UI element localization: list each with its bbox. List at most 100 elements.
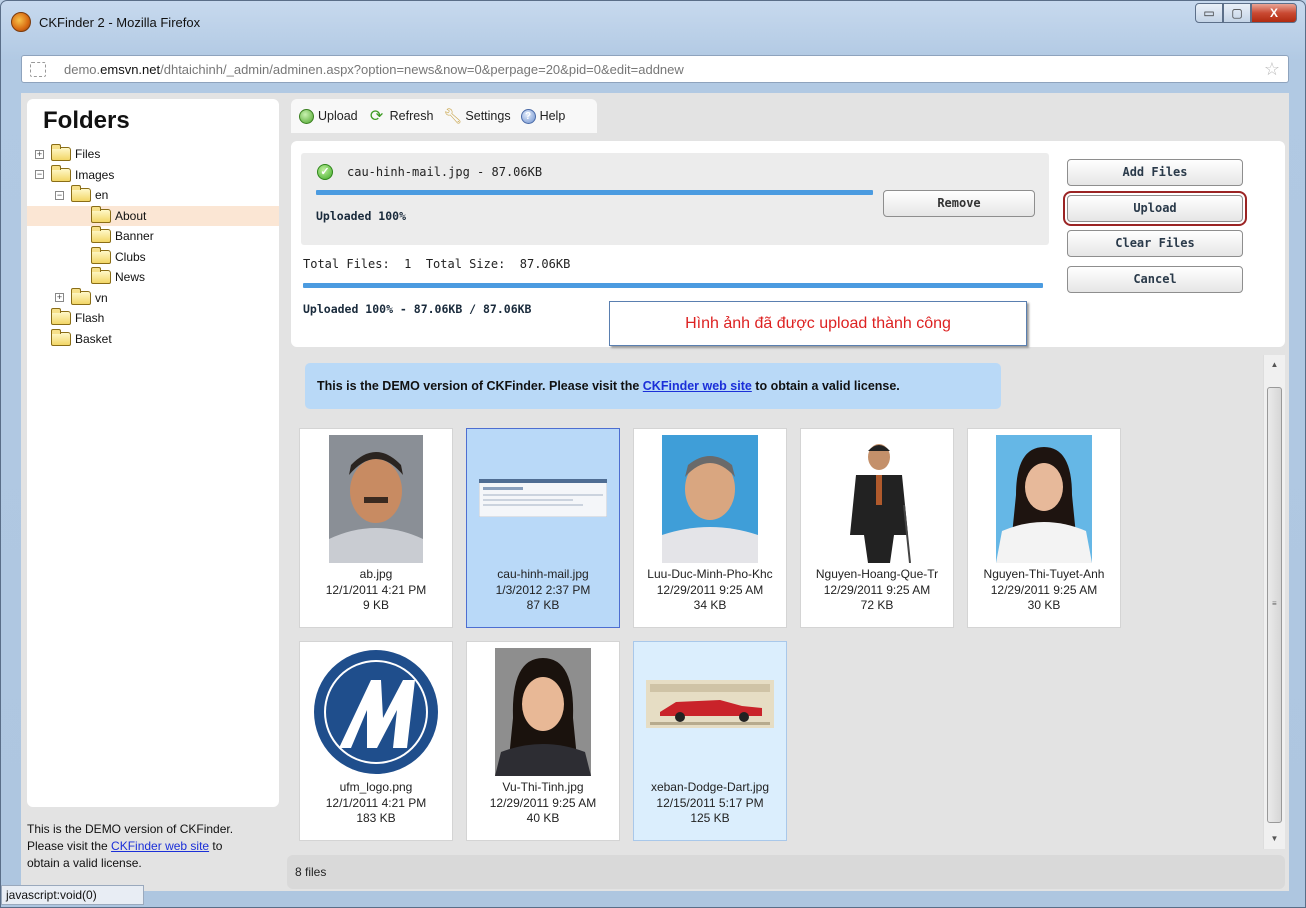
upload-file-name: cau-hinh-mail.jpg - 87.06KB <box>347 165 543 179</box>
tree-item-label: Banner <box>115 229 154 244</box>
portrait-thumbnail <box>996 435 1092 563</box>
file-name: Luu-Duc-Minh-Pho-Khc <box>647 567 773 581</box>
demo-note-line: Please visit the CKFinder web site to <box>27 839 223 853</box>
title-bar: CKFinder 2 - Mozilla Firefox ▭ ▢ X <box>1 1 1305 43</box>
file-date: 12/15/2011 5:17 PM <box>656 795 764 810</box>
toolbar-settings-button[interactable]: 🔧︎ Settings <box>443 109 510 124</box>
files-scrollbar[interactable]: ▲ ≡ ▼ <box>1263 355 1285 849</box>
file-size: 183 KB <box>356 811 396 825</box>
cancel-button[interactable]: Cancel <box>1067 265 1243 293</box>
ckfinder-site-link[interactable]: CKFinder web site <box>111 839 209 853</box>
file-date: 12/29/2011 9:25 AM <box>656 582 764 597</box>
file-name: cau-hinh-mail.jpg <box>497 567 589 581</box>
portrait-thumbnail <box>662 435 758 563</box>
file-name: Vu-Thi-Tinh.jpg <box>502 780 584 794</box>
total-upload-status: Uploaded 100% - 87.06KB / 87.06KB <box>303 302 532 316</box>
tree-item-news[interactable]: News <box>27 267 279 288</box>
tree-item-vn[interactable]: + vn <box>27 287 279 309</box>
file-progress-bar <box>316 190 873 195</box>
refresh-icon: ⟳ <box>369 107 384 125</box>
tree-item-basket[interactable]: Basket <box>27 328 279 350</box>
file-thumb[interactable]: Nguyen-Thi-Tuyet-Anh 12/29/2011 9:25 AM … <box>967 428 1121 628</box>
grip-icon: ≡ <box>1272 599 1277 608</box>
file-date: 12/29/2011 9:25 AM <box>990 582 1098 597</box>
address-bar[interactable]: demo.emsvn.net/dhtaichinh/_admin/adminen… <box>21 55 1289 83</box>
open-folder-icon <box>71 185 91 203</box>
file-meta: Luu-Duc-Minh-Pho-Khc 12/29/2011 9:25 AM … <box>634 567 786 614</box>
expand-icon[interactable]: + <box>55 293 64 303</box>
minimize-button[interactable]: ▭ <box>1195 3 1223 23</box>
file-size: 72 KB <box>860 598 894 612</box>
close-button[interactable]: X <box>1251 3 1297 23</box>
folder-icon <box>91 246 111 264</box>
file-name: Nguyen-Hoang-Que-Tr <box>815 567 939 581</box>
expand-icon[interactable]: + <box>35 149 44 159</box>
file-thumb[interactable]: Nguyen-Hoang-Que-Tr 12/29/2011 9:25 AM 7… <box>800 428 954 628</box>
tree-item-label: Basket <box>75 331 112 346</box>
ckfinder-site-link[interactable]: CKFinder web site <box>643 379 752 393</box>
tree-item-label: Flash <box>75 311 105 326</box>
folder-icon <box>71 287 91 305</box>
scrollbar-thumb[interactable]: ≡ <box>1267 387 1282 823</box>
add-files-button[interactable]: Add Files <box>1067 159 1243 186</box>
url-text[interactable]: demo.emsvn.net/dhtaichinh/_admin/adminen… <box>64 62 684 77</box>
file-size: 9 KB <box>362 598 389 612</box>
window-controls: ▭ ▢ X <box>1195 3 1297 23</box>
tree-item-banner[interactable]: Banner <box>27 226 279 247</box>
wrench-icon: 🔧︎ <box>443 107 463 125</box>
tree-item-clubs[interactable]: Clubs <box>27 246 279 268</box>
file-thumb[interactable]: Vu-Thi-Tinh.jpg 12/29/2011 9:25 AM 40 KB <box>466 641 620 841</box>
tree-item-label: en <box>95 188 109 203</box>
tree-item-files[interactable]: + Files <box>27 144 279 165</box>
upload-button[interactable]: Upload <box>1063 190 1247 226</box>
file-thumb[interactable]: cau-hinh-mail.jpg 1/3/2012 2:37 PM 87 KB <box>466 428 620 628</box>
toolbar-upload-button[interactable]: Upload <box>299 108 358 124</box>
scroll-up-icon[interactable]: ▲ <box>1264 357 1285 373</box>
file-size: 30 KB <box>1027 598 1061 612</box>
demo-license-banner: This is the DEMO version of CKFinder. Pl… <box>305 363 1001 409</box>
file-thumb[interactable]: Luu-Duc-Minh-Pho-Khc 12/29/2011 9:25 AM … <box>633 428 787 628</box>
collapse-icon[interactable]: − <box>35 170 44 180</box>
file-meta: Nguyen-Hoang-Que-Tr 12/29/2011 9:25 AM 7… <box>801 567 953 614</box>
tree-item-images[interactable]: − Images <box>27 164 279 186</box>
file-date: 1/3/2012 2:37 PM <box>495 582 591 597</box>
car-ad-thumbnail <box>646 680 774 728</box>
status-bar: 8 files <box>287 855 1285 889</box>
file-thumb[interactable]: ufm_logo.png 12/1/2011 4:21 PM 183 KB <box>299 641 453 841</box>
open-folder-icon <box>51 164 71 182</box>
toolbar-refresh-button[interactable]: ⟳ Refresh <box>368 107 433 125</box>
file-meta: ab.jpg 12/1/2011 4:21 PM 9 KB <box>300 567 452 614</box>
folder-icon <box>51 308 71 326</box>
tree-item-flash[interactable]: Flash <box>27 308 279 329</box>
tree-item-label: Clubs <box>115 249 146 264</box>
file-meta: cau-hinh-mail.jpg 1/3/2012 2:37 PM 87 KB <box>467 567 619 614</box>
tree-item-label: Files <box>75 147 101 162</box>
tree-item-label: About <box>115 208 147 223</box>
logo-thumbnail <box>314 650 438 774</box>
file-name: xeban-Dodge-Dart.jpg <box>650 780 770 794</box>
maximize-button[interactable]: ▢ <box>1223 3 1251 23</box>
tree-item-en[interactable]: − en <box>27 185 279 206</box>
bookmark-star-icon[interactable]: ☆ <box>1264 59 1280 80</box>
clear-files-button[interactable]: Clear Files <box>1067 230 1243 257</box>
demo-note-line: obtain a valid license. <box>27 856 142 870</box>
file-name: ab.jpg <box>359 567 393 581</box>
sidebar-demo-note: This is the DEMO version of CKFinder. Pl… <box>21 821 279 891</box>
file-size: 34 KB <box>693 598 727 612</box>
folder-icon <box>91 267 111 285</box>
folders-title: Folders <box>43 107 130 134</box>
collapse-icon[interactable]: − <box>55 190 64 200</box>
file-thumb[interactable]: xeban-Dodge-Dart.jpg 12/15/2011 5:17 PM … <box>633 641 787 841</box>
portrait-thumbnail <box>834 435 920 563</box>
file-meta: Vu-Thi-Tinh.jpg 12/29/2011 9:25 AM 40 KB <box>467 780 619 827</box>
upload-icon <box>299 108 314 124</box>
file-thumb[interactable]: ab.jpg 12/1/2011 4:21 PM 9 KB <box>299 428 453 628</box>
ckfinder-app: Folders + Files − Images − en About Bann… <box>21 93 1289 891</box>
tree-item-about[interactable]: About <box>27 205 279 226</box>
demo-note-line: This is the DEMO version of CKFinder. <box>27 822 234 836</box>
remove-button[interactable]: Remove <box>883 190 1035 217</box>
scroll-down-icon[interactable]: ▼ <box>1264 831 1285 847</box>
file-date: 12/1/2011 4:21 PM <box>325 795 427 810</box>
toolbar-help-button[interactable]: ? Help <box>520 108 565 124</box>
site-identity-icon[interactable] <box>30 62 46 77</box>
